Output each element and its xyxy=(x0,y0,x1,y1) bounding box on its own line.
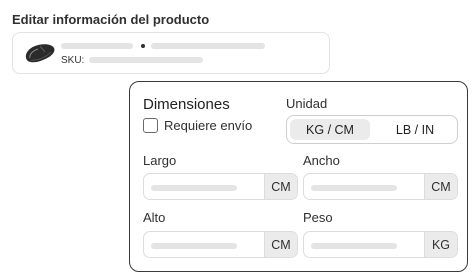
separator-dot xyxy=(141,44,145,48)
width-input-placeholder xyxy=(311,185,397,191)
unit-segmented-control: KG / CM LB / IN xyxy=(286,115,458,144)
requires-shipping-row[interactable]: Requiere envío xyxy=(143,116,252,134)
sku-label: SKU: xyxy=(61,55,85,66)
product-variant-placeholder xyxy=(151,43,265,49)
dimensions-title: Dimensiones xyxy=(143,96,230,113)
dimensions-panel: Dimensiones Requiere envío Unidad KG / C… xyxy=(129,81,468,272)
height-label: Alto xyxy=(143,210,166,225)
width-field[interactable]: CM xyxy=(303,173,458,200)
width-unit-suffix: CM xyxy=(424,174,457,199)
product-name-placeholder xyxy=(61,43,133,49)
weight-field[interactable]: KG xyxy=(303,231,458,258)
width-label: Ancho xyxy=(303,153,340,168)
weight-input-placeholder xyxy=(311,243,397,249)
requires-shipping-checkbox[interactable] xyxy=(143,117,158,133)
height-field[interactable]: CM xyxy=(143,231,298,258)
page-title: Editar información del producto xyxy=(12,12,210,27)
requires-shipping-label[interactable]: Requiere envío xyxy=(164,118,252,133)
weight-unit-suffix: KG xyxy=(424,232,457,257)
height-input-placeholder xyxy=(151,243,237,249)
length-field[interactable]: CM xyxy=(143,173,298,200)
sku-value-placeholder xyxy=(89,57,203,63)
length-label: Largo xyxy=(143,153,177,168)
unit-option-lb-in[interactable]: LB / IN xyxy=(374,119,456,140)
unit-label: Unidad xyxy=(286,96,328,111)
height-unit-suffix: CM xyxy=(264,232,297,257)
weight-label: Peso xyxy=(303,210,333,225)
unit-option-kg-cm[interactable]: KG / CM xyxy=(290,119,370,140)
length-unit-suffix: CM xyxy=(264,174,297,199)
mouse-icon xyxy=(23,40,57,66)
length-input-placeholder xyxy=(151,185,237,191)
product-summary-card: SKU: xyxy=(12,32,330,74)
